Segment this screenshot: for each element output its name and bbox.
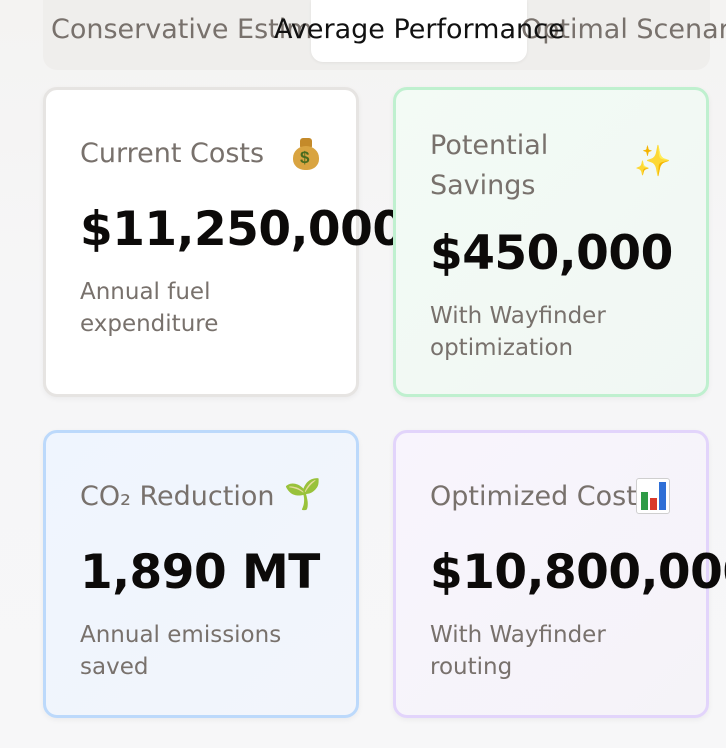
- card-title: Current Costs: [80, 138, 265, 169]
- card-description: Annual fuel expenditure: [80, 279, 219, 337]
- potential-savings-card: Potential Savings ✨ $450,000 With Wayfin…: [393, 87, 709, 397]
- money-bag-icon: $: [291, 136, 321, 170]
- card-title: CO₂ Reduction: [80, 481, 275, 512]
- scenario-tabs: Conservative Estimate Optimal Scenario A…: [43, 0, 726, 70]
- card-title: Potential Savings: [430, 130, 549, 201]
- card-value: $10,800,000: [430, 545, 726, 600]
- bar-chart-icon: [636, 478, 670, 514]
- card-description: Annual emissions saved: [80, 622, 282, 680]
- current-costs-card: Current Costs $ $11,250,000 Annual fuel …: [43, 87, 405, 397]
- optimized-cost-card: Optimized Cost $10,800,000 With Wayfinde…: [393, 430, 726, 718]
- card-value: 1,890 MT: [80, 545, 320, 600]
- card-value: $11,250,000: [80, 202, 405, 257]
- card-title: Optimized Cost: [430, 481, 637, 512]
- scenario-dashboard: Conservative Estimate Optimal Scenario A…: [0, 0, 726, 748]
- seedling-icon: 🌱: [284, 478, 322, 511]
- tab-average-performance[interactable]: Average Performance: [274, 12, 565, 48]
- card-description: With Wayfinder optimization: [430, 303, 606, 361]
- card-description: With Wayfinder routing: [430, 622, 606, 680]
- sparkles-icon: ✨: [634, 145, 672, 178]
- card-value: $450,000: [430, 226, 673, 281]
- co2-reduction-card: CO₂ Reduction 🌱 1,890 MT Annual emission…: [43, 430, 359, 718]
